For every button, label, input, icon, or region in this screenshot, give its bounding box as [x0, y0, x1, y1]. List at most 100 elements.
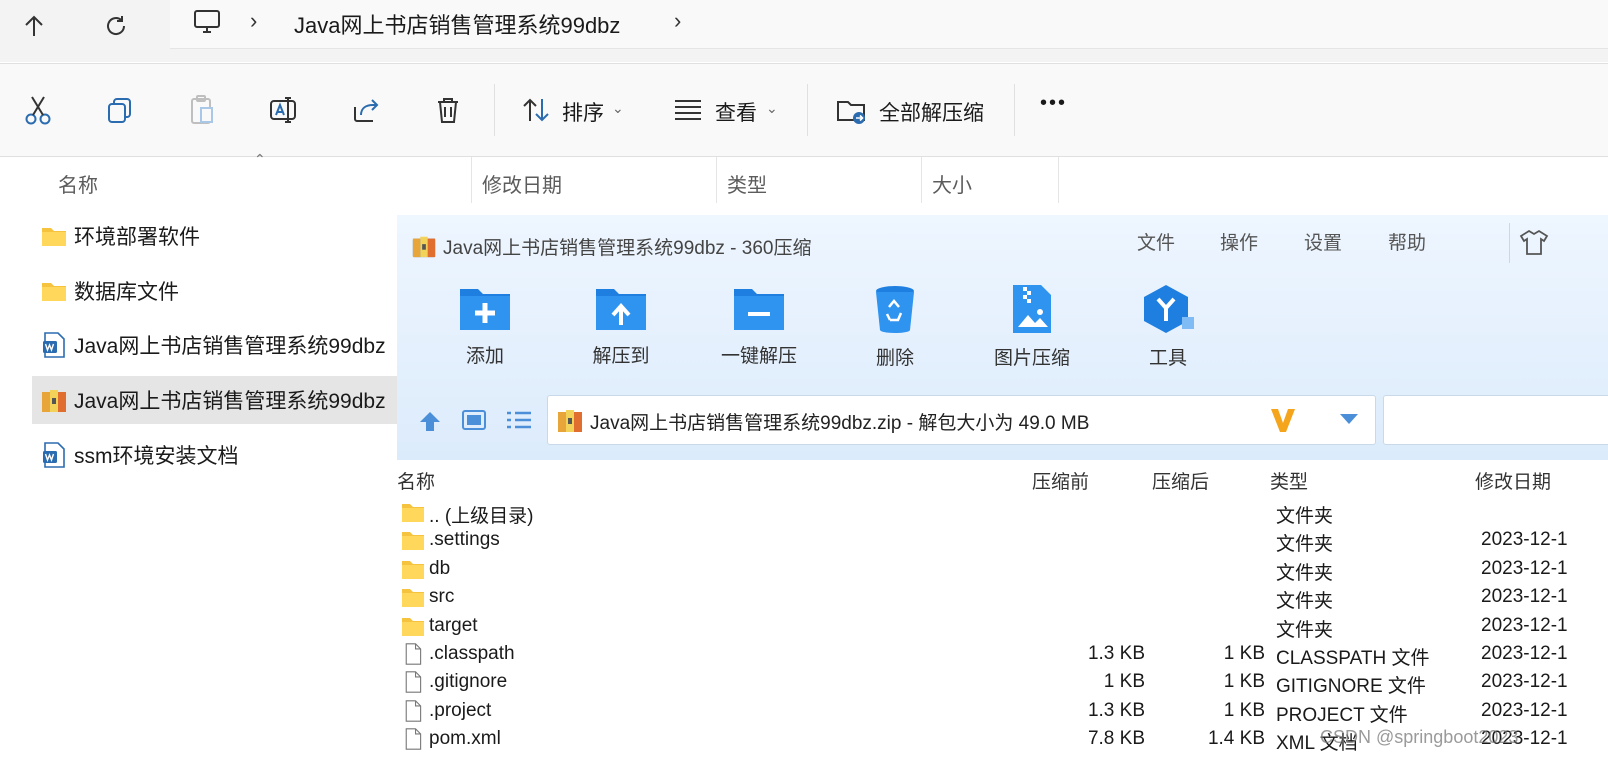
more-options-button[interactable]: •••	[1040, 92, 1067, 115]
zip-column-after[interactable]: 压缩后	[1152, 467, 1209, 494]
delete-button[interactable]	[430, 92, 466, 128]
zip-column-name[interactable]: 名称	[397, 467, 435, 494]
column-type[interactable]: 类型	[727, 169, 767, 198]
file-icon	[405, 728, 422, 750]
zip-column-modified[interactable]: 修改日期	[1475, 467, 1551, 494]
copy-icon	[108, 98, 131, 123]
file-name: ssm环境安装文档	[74, 445, 239, 468]
extract-all-button[interactable]: 全部解压缩	[879, 97, 984, 127]
zip-row[interactable]: .project 1.3 KB 1 KB PROJECT 文件 2023-12-1	[397, 697, 1608, 726]
quick-extract-folder-icon	[734, 289, 784, 330]
add-button[interactable]: 添加	[425, 283, 545, 368]
list-view-icon[interactable]	[505, 409, 533, 431]
folder-icon	[402, 504, 424, 522]
clipboard-icon	[191, 95, 213, 124]
zip-row-name: .project	[429, 699, 492, 721]
zip-row-type: PROJECT 文件	[1276, 704, 1408, 726]
computer-icon	[194, 10, 220, 33]
sort-button[interactable]: 排序	[562, 97, 604, 127]
file-row[interactable]: 环境部署软件	[32, 212, 397, 260]
zip-window: Java网上书店销售管理系统99dbz - 360压缩 文件 操作 设置 帮助 …	[397, 215, 1608, 776]
sort-icon-wrap[interactable]	[518, 92, 554, 128]
column-separator[interactable]	[716, 157, 717, 203]
path-box[interactable]: Java网上书店销售管理系统99dbz.zip - 解包大小为 49.0 MB	[547, 395, 1376, 445]
view-icon-wrap[interactable]	[670, 92, 706, 128]
folder-icon	[402, 617, 424, 636]
zip-row-after: 1 KB	[1223, 671, 1265, 693]
copy-button[interactable]	[102, 92, 138, 128]
column-modified[interactable]: 修改日期	[482, 169, 562, 198]
skin-shirt-icon[interactable]	[1519, 228, 1549, 256]
file-row[interactable]: ssm环境安装文档	[32, 431, 397, 479]
zip-row-modified: 2023-12-1	[1481, 699, 1568, 721]
view-button[interactable]: 查看	[715, 97, 757, 127]
paste-button[interactable]	[184, 92, 220, 128]
zip-row-name: .gitignore	[429, 671, 508, 693]
column-separator[interactable]	[921, 157, 922, 203]
delete-button[interactable]: 删除	[835, 283, 955, 370]
view-lines-icon	[675, 100, 701, 120]
zip-row-type: 文件夹	[1276, 619, 1334, 641]
zip-row[interactable]: src 文件夹 2023-12-1	[397, 583, 1608, 612]
zip-column-before[interactable]: 压缩前	[1032, 467, 1089, 494]
menu-settings[interactable]: 设置	[1304, 228, 1342, 255]
file-row-selected[interactable]: Java网上书店销售管理系统99dbz	[32, 376, 397, 424]
zip-row[interactable]: .settings 文件夹 2023-12-1	[397, 526, 1608, 555]
path-text: Java网上书店销售管理系统99dbz.zip - 解包大小为 49.0 MB	[590, 413, 1090, 434]
address-box[interactable]: › Java网上书店销售管理系统99dbz ›	[170, 0, 1608, 49]
share-button[interactable]	[348, 92, 384, 128]
menu-file[interactable]: 文件	[1137, 228, 1175, 255]
file-row[interactable]: Java网上书店销售管理系统99dbz	[32, 321, 397, 369]
refresh-button[interactable]	[96, 6, 136, 46]
search-input[interactable]	[1383, 395, 1608, 445]
thumbnail-view-icon[interactable]	[461, 409, 487, 431]
separator	[1014, 84, 1015, 136]
breadcrumb-folder[interactable]: Java网上书店销售管理系统99dbz	[294, 8, 620, 40]
add-folder-icon	[460, 289, 510, 330]
zip-row-before: 1 KB	[1103, 671, 1145, 693]
zip-row[interactable]: .. (上级目录) 文件夹	[397, 498, 1608, 527]
file-row[interactable]: 数据库文件	[32, 267, 397, 315]
breadcrumb-chevron-icon[interactable]: ›	[674, 8, 681, 34]
column-size[interactable]: 大小	[932, 169, 972, 198]
menu-operate[interactable]: 操作	[1220, 228, 1258, 255]
file-name: 数据库文件	[74, 281, 179, 304]
dropdown-arrow-icon[interactable]	[1338, 412, 1360, 426]
zip-row-modified: 2023-12-1	[1481, 529, 1568, 551]
zip-row[interactable]: .gitignore 1 KB 1 KB GITIGNORE 文件 2023-12-1	[397, 668, 1608, 697]
one-click-extract-button[interactable]: 一键解压	[699, 283, 819, 368]
file-icon	[405, 671, 422, 694]
zip-row[interactable]: db 文件夹 2023-12-1	[397, 555, 1608, 584]
v-logo-icon[interactable]	[1268, 406, 1298, 434]
folder-icon	[402, 560, 424, 579]
zip-row[interactable]: .classpath 1.3 KB 1 KB CLASSPATH 文件 2023-12-…	[397, 640, 1608, 669]
column-separator[interactable]	[1058, 157, 1059, 203]
archive-icon	[412, 236, 436, 258]
sort-icon	[523, 98, 549, 122]
up-arrow-button[interactable]	[14, 6, 54, 46]
file-icon	[405, 643, 422, 665]
share-icon	[354, 99, 379, 122]
zip-row-modified: 2023-12-1	[1481, 557, 1568, 579]
sort-chevron-icon: ⌄	[612, 100, 624, 116]
rename-button[interactable]	[266, 92, 302, 128]
up-level-icon[interactable]	[417, 409, 443, 433]
column-name[interactable]: 名称	[58, 169, 98, 198]
extract-to-button[interactable]: 解压到	[561, 283, 681, 368]
zip-row-after: 1 KB	[1223, 643, 1265, 664]
separator	[494, 84, 495, 136]
recycle-bin-icon	[876, 286, 914, 333]
menu-help[interactable]: 帮助	[1388, 228, 1426, 255]
extract-all-icon-wrap[interactable]	[834, 92, 870, 128]
zip-row[interactable]: target 文件夹 2023-12-1	[397, 612, 1608, 641]
cut-button[interactable]	[20, 92, 56, 128]
view-chevron-icon: ⌄	[766, 100, 778, 116]
zip-column-type[interactable]: 类型	[1270, 467, 1308, 494]
image-compress-button[interactable]: 图片压缩	[972, 283, 1092, 370]
archive-icon	[558, 410, 582, 432]
separator	[1509, 223, 1510, 263]
folder-extract-icon	[837, 101, 865, 124]
folder-icon	[402, 532, 424, 551]
tools-button[interactable]: 工具	[1108, 283, 1228, 370]
column-separator[interactable]	[471, 157, 472, 203]
